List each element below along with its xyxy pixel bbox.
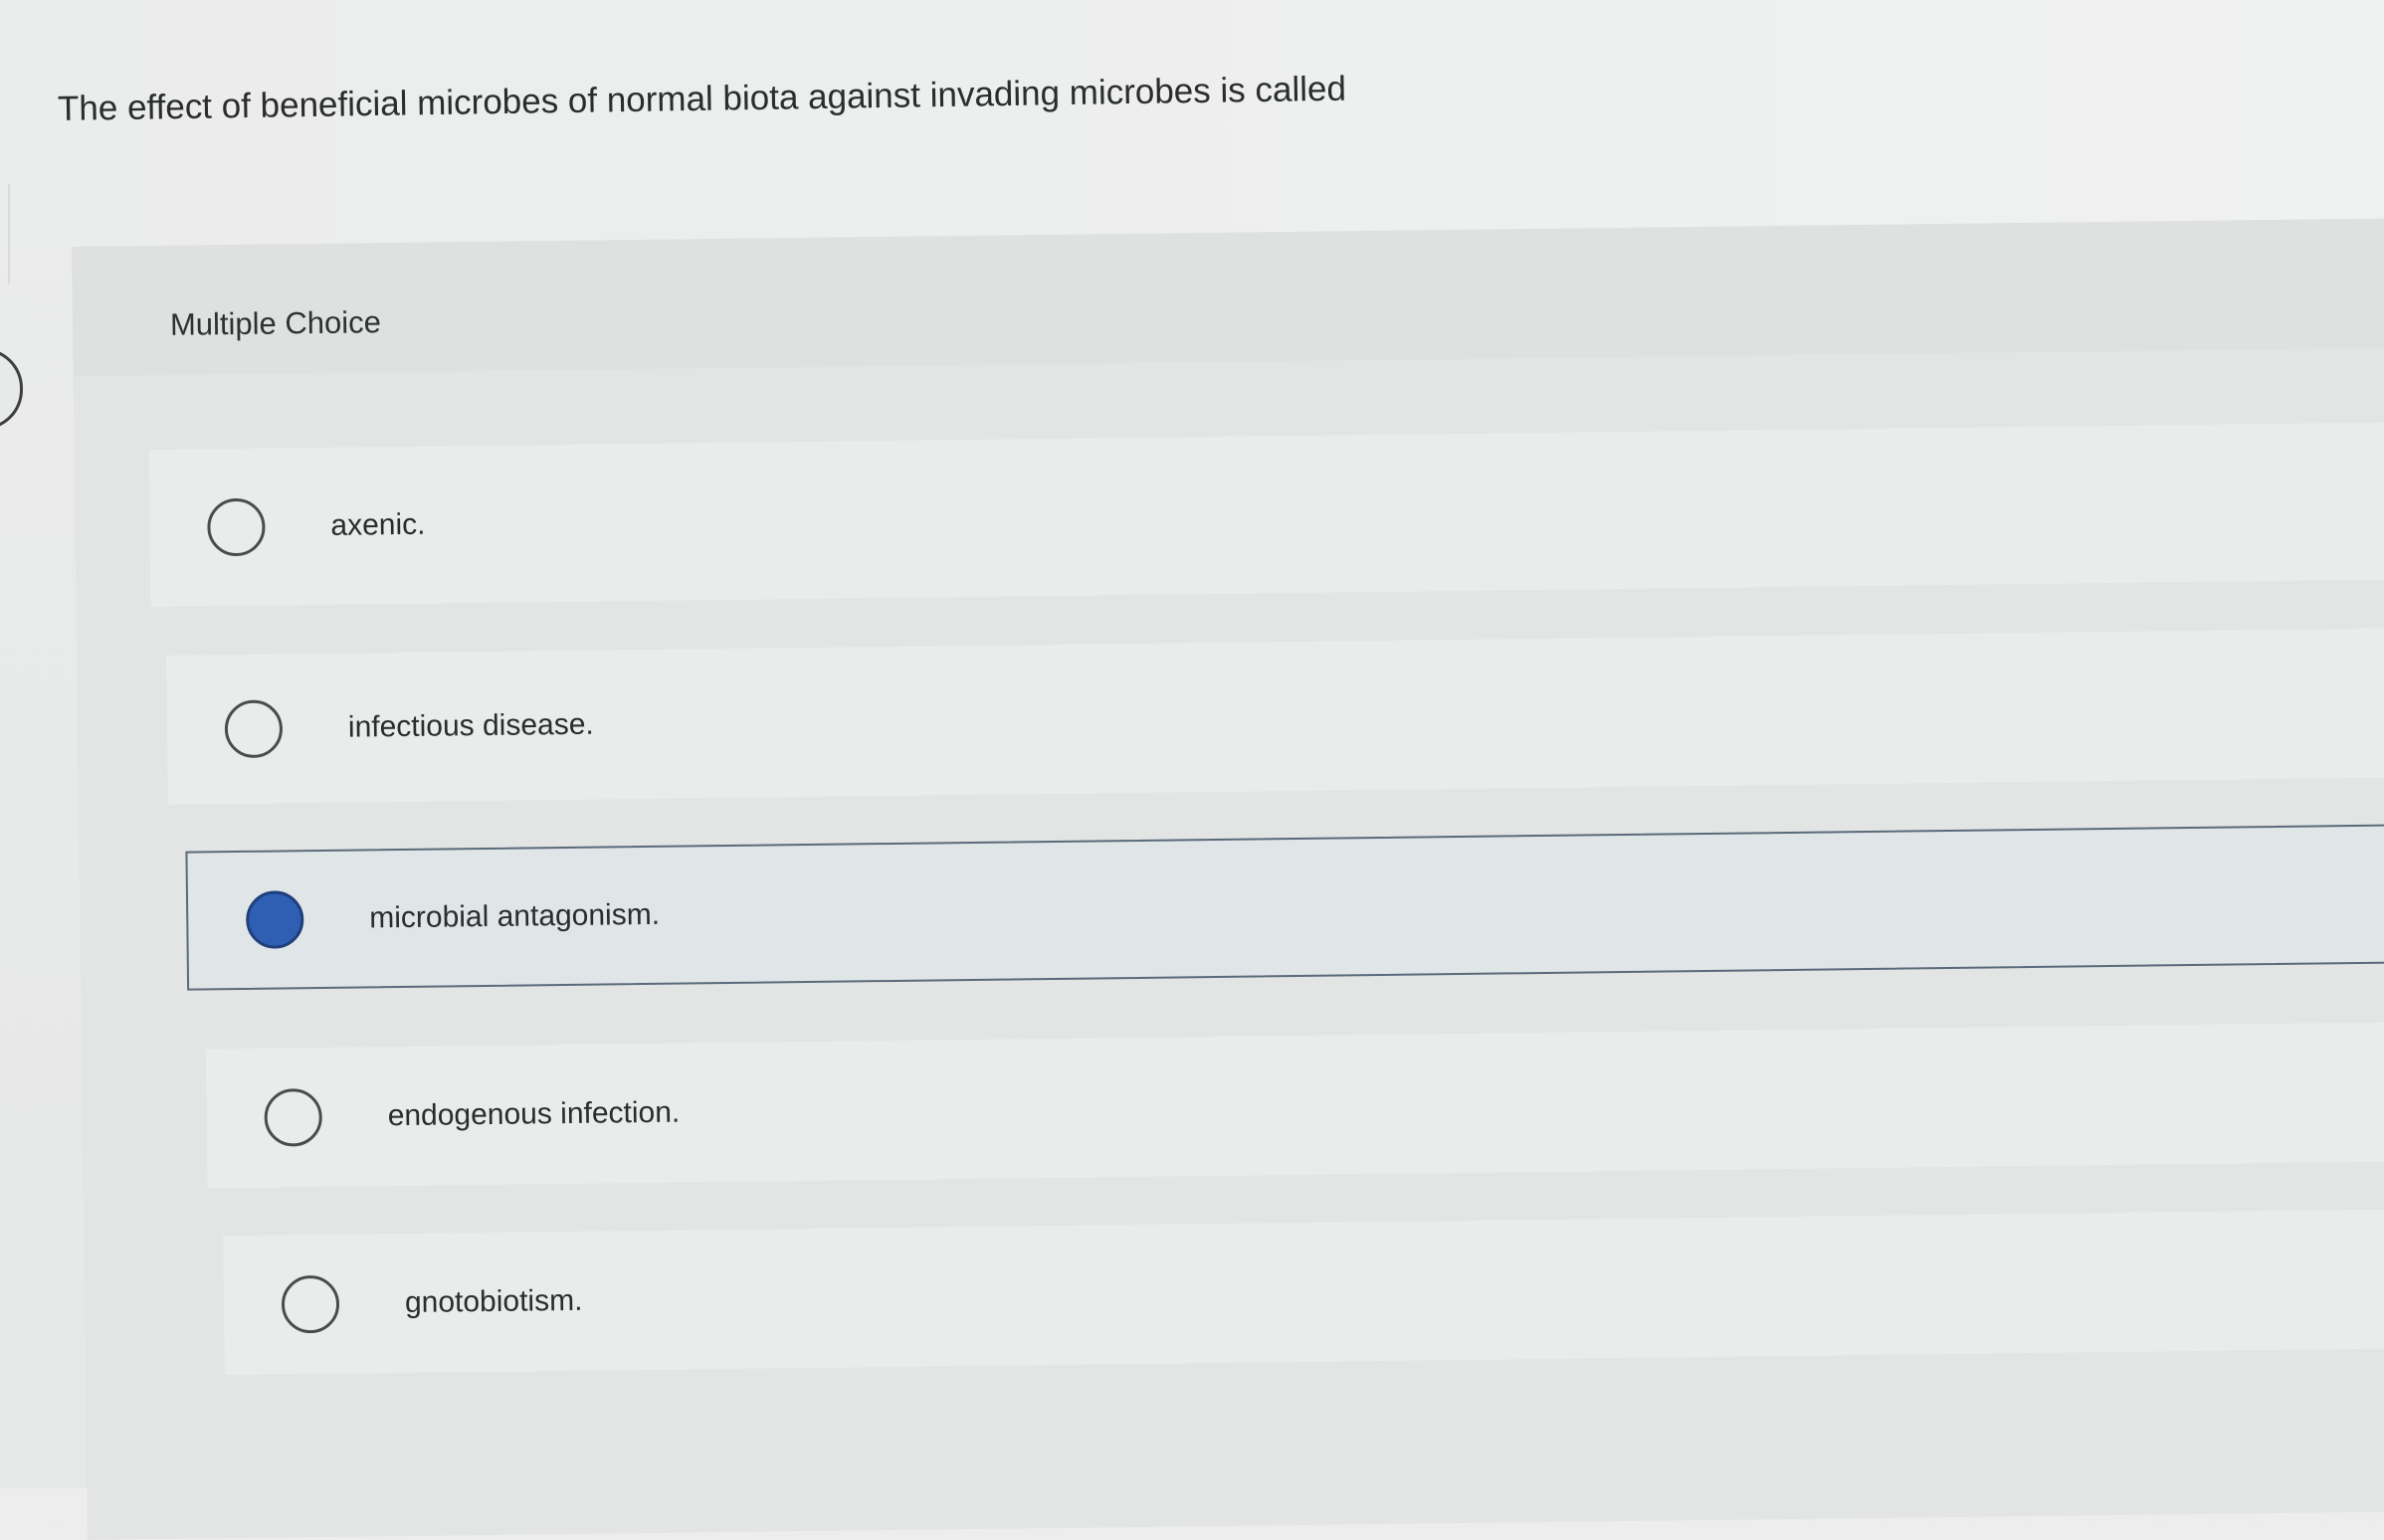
panel-header: Multiple Choice [72,218,2384,376]
left-edge-divider [0,184,10,284]
choice-label: gnotobiotism. [404,1283,583,1319]
question-area: The effect of beneficial microbes of nor… [0,0,2384,249]
multiple-choice-panel: Multiple Choice axenic. infectious disea… [72,218,2384,1540]
choice-label: endogenous infection. [387,1095,681,1133]
radio-filled-icon[interactable] [245,890,304,949]
choice-label: microbial antagonism. [369,897,661,935]
choice-option[interactable]: axenic. [148,422,2384,608]
radio-empty-icon[interactable] [207,497,266,557]
choice-label: infectious disease. [347,707,594,744]
side-collapse-tab[interactable] [0,348,23,430]
question-text: The effect of beneficial microbes of nor… [57,69,1347,128]
radio-empty-icon[interactable] [224,699,284,759]
question-type-label: Multiple Choice [169,304,382,342]
radio-empty-icon[interactable] [264,1087,323,1147]
choice-option[interactable]: infectious disease. [166,627,2384,805]
choice-option[interactable]: endogenous infection. [205,1021,2384,1189]
choice-option-selected[interactable]: microbial antagonism. [185,823,2384,991]
choice-option[interactable]: gnotobiotism. [223,1208,2384,1376]
radio-empty-icon[interactable] [281,1274,340,1334]
choice-label: axenic. [330,507,426,542]
